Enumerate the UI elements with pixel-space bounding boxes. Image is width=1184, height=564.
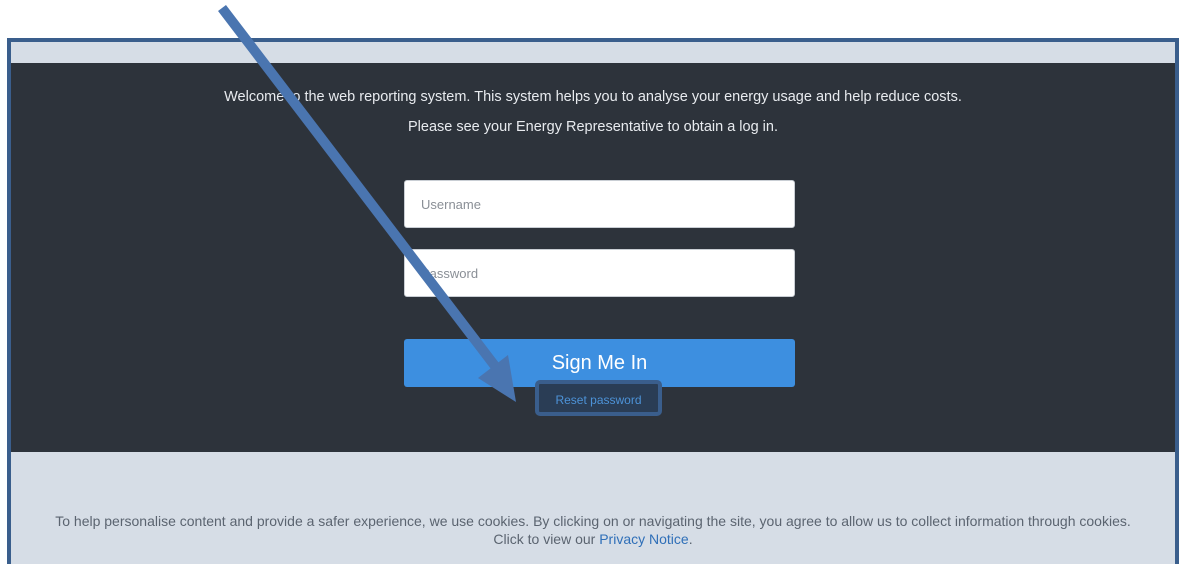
- privacy-notice-link[interactable]: Privacy Notice: [599, 531, 688, 547]
- reset-password-highlight: Reset password: [535, 380, 662, 416]
- password-input[interactable]: [404, 249, 795, 297]
- cookie-notice-text: To help personalise content and provide …: [55, 513, 1131, 529]
- welcome-text: Welcome to the web reporting system. Thi…: [224, 89, 962, 105]
- obtain-login-text: Please see your Energy Representative to…: [408, 119, 778, 135]
- reset-password-link[interactable]: Reset password: [539, 393, 658, 407]
- login-panel: Welcome to the web reporting system. Thi…: [11, 63, 1175, 452]
- cookie-notice: To help personalise content and provide …: [11, 512, 1175, 548]
- browser-frame: Welcome to the web reporting system. Thi…: [7, 38, 1179, 564]
- cookie-click-text: Click to view our: [493, 531, 596, 547]
- cookie-notice-privacy-line: Click to view our Privacy Notice.: [11, 530, 1175, 548]
- username-input[interactable]: [404, 180, 795, 228]
- top-bar: [11, 42, 1175, 63]
- cookie-period: .: [688, 531, 693, 547]
